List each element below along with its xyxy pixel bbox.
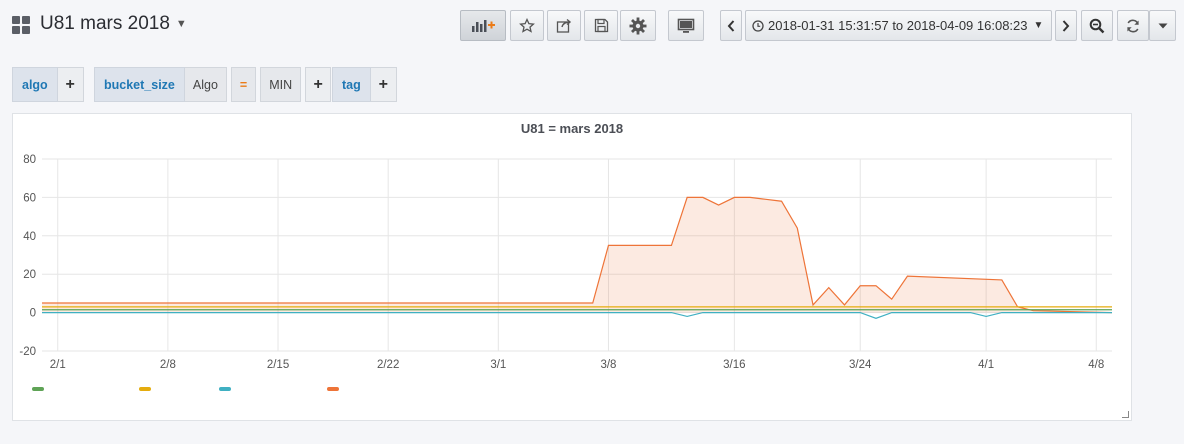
x-tick-label: 4/1 bbox=[978, 359, 994, 371]
dashboard-title-text: U81 mars 2018 bbox=[40, 13, 170, 34]
time-range-picker[interactable]: 2018-01-31 15:31:57 to 2018-04-09 16:08:… bbox=[745, 10, 1052, 41]
clock-icon bbox=[752, 19, 764, 32]
star-icon bbox=[519, 17, 535, 33]
save-icon bbox=[594, 18, 608, 33]
legend-swatch[interactable] bbox=[139, 387, 151, 391]
save-dashboard-button[interactable] bbox=[584, 10, 618, 41]
variable-bucket-size: bucket_size Algo = MIN + bbox=[94, 67, 332, 102]
y-tick-label: 60 bbox=[23, 192, 36, 204]
legend-swatch[interactable] bbox=[219, 387, 231, 391]
dashboard-grid-icon[interactable] bbox=[12, 16, 31, 35]
gear-icon bbox=[629, 17, 647, 34]
y-tick-label: 20 bbox=[23, 269, 36, 281]
y-tick-label: 40 bbox=[23, 231, 36, 243]
legend-swatch[interactable] bbox=[327, 387, 339, 391]
variable-key[interactable]: Algo bbox=[184, 67, 227, 102]
variable-label-bucket-size[interactable]: bucket_size bbox=[94, 67, 185, 102]
y-tick-label: 80 bbox=[23, 154, 36, 166]
variable-tag: tag + bbox=[332, 67, 397, 102]
y-tick-label: 0 bbox=[30, 308, 36, 320]
series-line-3[interactable] bbox=[42, 312, 1112, 319]
x-tick-label: 4/8 bbox=[1088, 359, 1104, 371]
caret-down-icon bbox=[1158, 23, 1167, 28]
x-tick-label: 3/16 bbox=[723, 359, 745, 371]
x-tick-label: 2/1 bbox=[50, 359, 66, 371]
graph-panel: U81 = mars 2018 80 60 40 20 0 -20 2/1 2/8 2/15 2… bbox=[12, 113, 1132, 421]
add-variable-value-button[interactable]: + bbox=[370, 67, 397, 102]
variable-value[interactable]: MIN bbox=[260, 67, 302, 102]
x-tick-label: 2/8 bbox=[160, 359, 176, 371]
y-tick-label: -20 bbox=[19, 346, 36, 358]
add-panel-icon bbox=[472, 19, 495, 32]
top-navbar: U81 mars 2018 ▼ 2018-01-31 15:31:57 to 2… bbox=[0, 0, 1184, 52]
time-shift-back-button[interactable] bbox=[720, 10, 742, 41]
chevron-down-icon: ▼ bbox=[175, 18, 187, 30]
series-area-0 bbox=[42, 197, 1112, 313]
time-shift-forward-button[interactable] bbox=[1055, 10, 1077, 41]
chevron-right-icon bbox=[1062, 19, 1070, 32]
x-tick-label: 3/8 bbox=[600, 359, 616, 371]
view-mode-button[interactable] bbox=[668, 10, 704, 41]
dashboard-title[interactable]: U81 mars 2018 ▼ bbox=[40, 13, 187, 35]
panel-resize-handle[interactable] bbox=[1122, 411, 1129, 418]
time-range-text: 2018-01-31 15:31:57 to 2018-04-09 16:08:… bbox=[768, 18, 1028, 33]
share-dashboard-button[interactable] bbox=[547, 10, 581, 41]
zoom-out-button[interactable] bbox=[1081, 10, 1113, 41]
refresh-icon bbox=[1127, 19, 1139, 32]
refresh-interval-dropdown[interactable] bbox=[1149, 10, 1176, 41]
chart-series bbox=[42, 196, 1113, 319]
variable-algo: algo + bbox=[12, 67, 84, 102]
x-tick-label: 3/24 bbox=[849, 359, 872, 371]
chevron-down-icon: ▼ bbox=[1033, 20, 1044, 31]
refresh-button[interactable] bbox=[1117, 10, 1149, 41]
chevron-left-icon bbox=[727, 19, 735, 32]
zoom-out-icon bbox=[1089, 18, 1105, 33]
legend-swatch[interactable] bbox=[32, 387, 44, 391]
add-variable-value-button[interactable]: + bbox=[57, 67, 84, 102]
variable-label-tag[interactable]: tag bbox=[332, 67, 371, 102]
settings-button[interactable] bbox=[620, 10, 656, 41]
add-panel-button[interactable] bbox=[460, 10, 506, 41]
x-tick-label: 2/15 bbox=[267, 359, 289, 371]
share-icon bbox=[556, 18, 572, 33]
line-chart[interactable]: 80 60 40 20 0 -20 2/1 2/8 2/15 2/22 3/1 3/8 3/16 3/2… bbox=[13, 114, 1131, 420]
add-variable-value-button[interactable]: + bbox=[305, 67, 332, 102]
variable-label-algo[interactable]: algo bbox=[12, 67, 58, 102]
x-tick-label: 2/22 bbox=[377, 359, 399, 371]
chart-grid bbox=[42, 158, 1112, 352]
monitor-icon bbox=[677, 18, 695, 33]
variable-operator[interactable]: = bbox=[230, 67, 257, 102]
y-axis: 80 60 40 20 0 -20 bbox=[19, 154, 36, 358]
x-axis: 2/1 2/8 2/15 2/22 3/1 3/8 3/16 3/24 4/1 4/8 bbox=[50, 359, 1105, 371]
star-dashboard-button[interactable] bbox=[510, 10, 544, 41]
x-tick-label: 3/1 bbox=[490, 359, 506, 371]
